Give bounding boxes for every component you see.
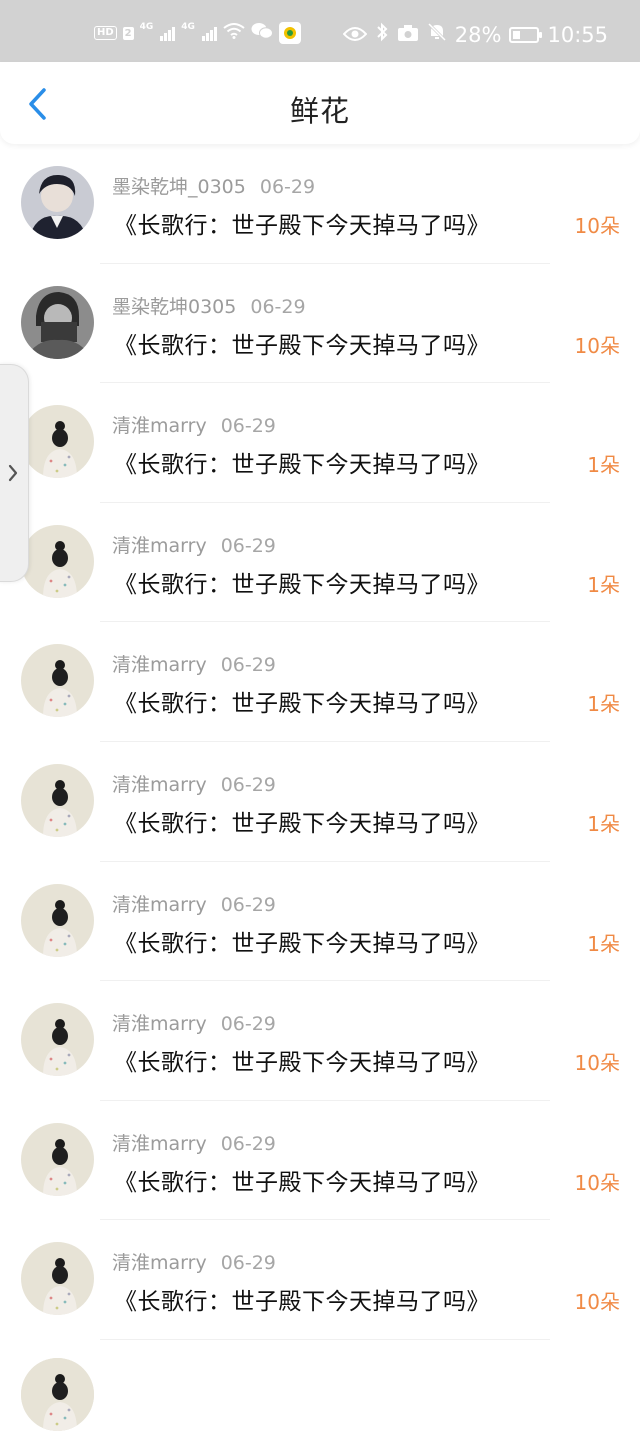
flower-amount: 10朵 <box>574 214 620 238</box>
wechat-icon <box>251 22 273 44</box>
username[interactable]: 清淮marry <box>112 654 207 676</box>
avatar[interactable] <box>21 763 94 837</box>
flower-amount: 1朵 <box>587 811 620 836</box>
date: 06-29 <box>220 1252 276 1275</box>
list-item[interactable]: 清淮marry 06-29 《长歌行：世子殿下今天掉马了吗》 10朵 <box>0 981 640 1101</box>
network-type-2: 4G <box>181 22 195 32</box>
flower-amount: 1朵 <box>587 931 620 956</box>
item-meta: 清淮marry 06-29 <box>112 770 276 797</box>
flower-amount: 10朵 <box>574 333 620 358</box>
username[interactable]: 清淮marry <box>112 1133 207 1155</box>
signal-icon <box>160 25 176 41</box>
item-meta: 清淮marry 06-29 <box>112 650 276 677</box>
signal-icon-2 <box>201 25 217 41</box>
list-item[interactable]: 清淮marry 06-29 《长歌行：世子殿下今天掉马了吗》 10朵 <box>0 1220 640 1340</box>
username[interactable]: 清淮marry <box>112 1013 207 1035</box>
book-title[interactable]: 《长歌行：世子殿下今天掉马了吗》 <box>114 804 490 838</box>
item-meta: 清淮marry 06-29 <box>112 531 276 558</box>
avatar[interactable] <box>21 285 94 359</box>
wifi-icon <box>223 23 245 43</box>
flower-amount: 10朵 <box>574 1290 620 1315</box>
avatar[interactable] <box>21 883 94 957</box>
item-meta: 墨染乾坤_0305 06-29 <box>112 172 315 199</box>
divider <box>100 1338 550 1340</box>
avatar[interactable] <box>21 166 94 239</box>
avatar[interactable] <box>21 524 94 598</box>
header: 鲜花 <box>0 62 640 144</box>
list-item[interactable]: 清淮marry 06-29 《长歌行：世子殿下今天掉马了吗》 1朵 <box>0 503 640 623</box>
list-item[interactable]: 清淮marry 06-29 《长歌行：世子殿下今天掉马了吗》 1朵 <box>0 622 640 742</box>
username[interactable]: 清淮marry <box>112 415 207 437</box>
flower-amount: 10朵 <box>574 1170 620 1195</box>
date: 06-29 <box>250 295 306 318</box>
avatar[interactable] <box>21 1122 94 1196</box>
username[interactable]: 清淮marry <box>112 535 207 557</box>
username[interactable]: 墨染乾坤0305 <box>112 296 236 318</box>
camera-icon <box>397 23 419 47</box>
date: 06-29 <box>220 893 276 916</box>
status-left: HD 2 4G 4G <box>94 22 301 44</box>
clock: 10:55 <box>547 22 608 47</box>
username[interactable]: 墨染乾坤_0305 <box>112 176 246 198</box>
flower-amount: 1朵 <box>587 692 620 717</box>
date: 06-29 <box>220 1132 276 1155</box>
book-title[interactable]: 《长歌行：世子殿下今天掉马了吗》 <box>114 1043 490 1077</box>
book-title[interactable]: 《长歌行：世子殿下今天掉马了吗》 <box>114 684 490 718</box>
flower-amount: 10朵 <box>574 1051 620 1076</box>
list-item[interactable]: 清淮marry 06-29 《长歌行：世子殿下今天掉马了吗》 1朵 <box>0 383 640 503</box>
page-title: 鲜花 <box>289 94 350 128</box>
list-item[interactable]: 清淮marry 06-29 《长歌行：世子殿下今天掉马了吗》 1朵 <box>0 742 640 862</box>
network-type-1: 4G <box>139 22 154 32</box>
date: 06-29 <box>220 773 276 796</box>
list-item[interactable]: 墨染乾坤0305 06-29 《长歌行：世子殿下今天掉马了吗》 10朵 <box>0 264 640 384</box>
date: 06-29 <box>220 534 276 557</box>
hd-icon: HD <box>94 26 117 40</box>
avatar[interactable] <box>21 405 94 479</box>
avatar[interactable] <box>21 1242 94 1316</box>
book-title[interactable]: 《长歌行：世子殿下今天掉马了吗》 <box>114 1282 490 1316</box>
item-meta: 墨染乾坤0305 06-29 <box>112 292 306 319</box>
book-title[interactable]: 《长歌行：世子殿下今天掉马了吗》 <box>114 565 490 599</box>
side-drawer-handle[interactable] <box>0 364 29 582</box>
item-meta: 清淮marry 06-29 <box>112 1009 276 1036</box>
status-bar: HD 2 4G 4G 28% 10:55 <box>0 0 640 62</box>
mute-bell-icon <box>427 22 447 47</box>
date: 06-29 <box>220 1013 276 1036</box>
status-right: 28% 10:55 <box>342 22 608 47</box>
book-title[interactable]: 《长歌行：世子殿下今天掉马了吗》 <box>114 326 490 360</box>
flower-amount: 1朵 <box>587 453 620 478</box>
list-item[interactable]: 墨染乾坤_0305 06-29 《长歌行：世子殿下今天掉马了吗》 10朵 <box>0 144 640 264</box>
sim-badge: 2 <box>122 26 134 40</box>
item-meta: 清淮marry 06-29 <box>112 411 276 438</box>
avatar[interactable] <box>21 644 94 718</box>
item-meta: 清淮marry 06-29 <box>112 1248 276 1275</box>
date: 06-29 <box>259 176 316 198</box>
username[interactable]: 清淮marry <box>112 1252 207 1274</box>
battery-fill <box>513 30 520 39</box>
battery-icon <box>509 26 543 43</box>
avatar[interactable] <box>21 1003 94 1077</box>
book-title[interactable]: 《长歌行：世子殿下今天掉马了吗》 <box>114 1163 490 1197</box>
username[interactable]: 清淮marry <box>112 894 207 916</box>
book-title[interactable]: 《长歌行：世子殿下今天掉马了吗》 <box>114 445 490 479</box>
list-item[interactable]: 清淮marry 06-29 《长歌行：世子殿下今天掉马了吗》 10朵 <box>0 1101 640 1221</box>
item-meta: 清淮marry 06-29 <box>112 890 276 917</box>
app-icon <box>278 22 301 44</box>
flower-list: 墨染乾坤_0305 06-29 《长歌行：世子殿下今天掉马了吗》 10朵 墨染乾坤… <box>0 144 640 1340</box>
battery-percent: 28% <box>454 22 502 47</box>
date: 06-29 <box>220 654 276 677</box>
username[interactable]: 清淮marry <box>112 774 207 796</box>
book-title[interactable]: 《长歌行：世子殿下今天掉马了吗》 <box>114 924 490 958</box>
book-title[interactable]: 《长歌行：世子殿下今天掉马了吗》 <box>114 206 490 240</box>
item-meta: 清淮marry 06-29 <box>112 1129 276 1156</box>
list-item[interactable]: 清淮marry 06-29 《长歌行：世子殿下今天掉马了吗》 1朵 <box>0 862 640 982</box>
chevron-right-icon <box>8 464 18 482</box>
date: 06-29 <box>220 415 276 438</box>
bluetooth-icon <box>375 22 389 47</box>
flower-amount: 1朵 <box>587 572 620 597</box>
eye-icon <box>342 23 368 47</box>
